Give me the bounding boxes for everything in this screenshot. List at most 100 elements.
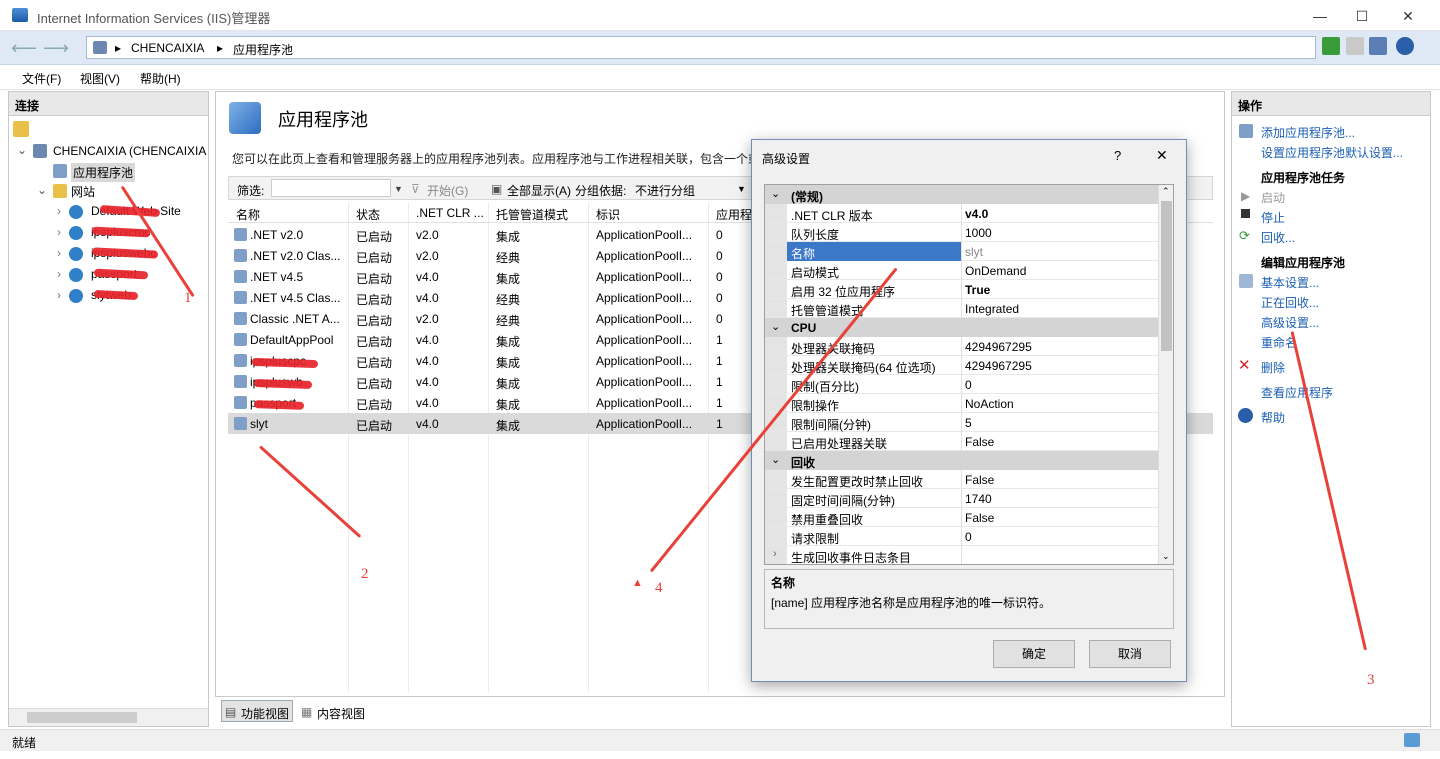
column-header-name[interactable]: 名称	[236, 206, 260, 223]
expand-site-icon[interactable]: ›	[57, 225, 61, 239]
stop-link[interactable]: 停止	[1261, 209, 1285, 226]
property-value[interactable]: 4294967295	[965, 340, 1032, 354]
menu-help[interactable]: 帮助(H)	[140, 70, 181, 87]
cell-identity: ApplicationPoolI...	[596, 249, 693, 263]
property-value[interactable]: 1740	[965, 492, 992, 506]
property-value[interactable]: 0	[965, 530, 972, 544]
features-view-label[interactable]: 功能视图	[241, 705, 289, 722]
property-category[interactable]: ⌄ CPU	[765, 318, 1159, 337]
property-row[interactable]: 固定时间间隔(分钟) 1740	[765, 489, 1159, 508]
ok-button[interactable]: 确定	[993, 640, 1075, 668]
property-value[interactable]: 0	[965, 378, 972, 392]
column-header-pipeline[interactable]: 托管管道模式	[496, 206, 568, 223]
collapse-icon[interactable]: ⌄	[771, 320, 780, 333]
collapse-icon[interactable]: ⌄	[771, 453, 780, 466]
column-header-status[interactable]: 状态	[356, 206, 380, 223]
home-icon[interactable]	[1369, 37, 1387, 55]
expand-site-icon[interactable]: ›	[57, 204, 61, 218]
property-scrollbar[interactable]: ⌃ ⌄	[1158, 185, 1173, 564]
filter-dropdown-icon[interactable]: ▼	[394, 184, 403, 194]
tree-sites[interactable]: 网站	[71, 183, 95, 200]
tree-server[interactable]: CHENCAIXIA (CHENCAIXIA	[53, 144, 206, 158]
property-category[interactable]: ⌄ 回收	[765, 451, 1159, 470]
expand-site-icon[interactable]: ›	[57, 288, 61, 302]
help-link[interactable]: 帮助	[1261, 409, 1285, 426]
property-row[interactable]: .NET CLR 版本 v4.0	[765, 204, 1159, 223]
column-header-clr[interactable]: .NET CLR ...	[416, 206, 484, 220]
property-row[interactable]: 请求限制 0	[765, 527, 1159, 546]
property-row[interactable]: 限制操作 NoAction	[765, 394, 1159, 413]
expand-site-icon[interactable]: ›	[57, 267, 61, 281]
property-row[interactable]: 托管管道模式 Integrated	[765, 299, 1159, 318]
property-value[interactable]: 1000	[965, 226, 992, 240]
group-by-select[interactable]: 不进行分组	[635, 182, 695, 199]
expand-server-icon[interactable]: ⌄	[17, 143, 27, 157]
dialog-close-button[interactable]: ✕	[1156, 147, 1168, 164]
recycling-link[interactable]: 正在回收...	[1261, 294, 1319, 311]
property-row[interactable]: 限制(百分比) 0	[765, 375, 1159, 394]
add-app-pool-link[interactable]: 添加应用程序池...	[1261, 124, 1355, 141]
set-defaults-link[interactable]: 设置应用程序池默认设置...	[1261, 144, 1403, 161]
help-icon[interactable]	[1396, 37, 1414, 55]
forward-arrow-icon[interactable]: ⟶	[42, 37, 70, 59]
delete-link[interactable]: 删除	[1261, 359, 1285, 376]
cancel-button[interactable]: 取消	[1089, 640, 1171, 668]
menu-file[interactable]: 文件(F)	[22, 70, 61, 87]
tree-app-pools[interactable]: 应用程序池	[71, 163, 136, 182]
property-row[interactable]: 队列长度 1000	[765, 223, 1159, 242]
address-bar[interactable]: ▸ CHENCAIXIA ▸ 应用程序池	[86, 36, 1316, 59]
refresh-icon[interactable]	[1322, 37, 1340, 55]
recycle-link[interactable]: 回收...	[1261, 229, 1295, 246]
property-row[interactable]: 限制间隔(分钟) 5	[765, 413, 1159, 432]
column-header-identity[interactable]: 标识	[596, 206, 620, 223]
show-all-button[interactable]: 全部显示(A)	[507, 182, 571, 199]
minimize-button[interactable]: —	[1310, 6, 1330, 26]
view-apps-link[interactable]: 查看应用程序	[1261, 384, 1333, 401]
property-value[interactable]: 5	[965, 416, 972, 430]
property-value[interactable]: v4.0	[965, 207, 988, 221]
basic-settings-link[interactable]: 基本设置...	[1261, 274, 1319, 291]
expand-icon[interactable]: ›	[773, 548, 777, 560]
property-value[interactable]: slyt	[965, 245, 983, 259]
content-view-label[interactable]: 内容视图	[317, 705, 365, 722]
start-link[interactable]: 启动	[1261, 189, 1285, 206]
breadcrumb-server[interactable]: CHENCAIXIA	[131, 41, 204, 55]
property-value[interactable]: NoAction	[965, 397, 1014, 411]
menu-view[interactable]: 视图(V)	[80, 70, 120, 87]
new-connection-icon[interactable]	[13, 121, 29, 137]
expand-sites-icon[interactable]: ⌄	[37, 183, 47, 197]
property-value[interactable]: False	[965, 511, 994, 525]
property-value[interactable]: False	[965, 473, 994, 487]
horizontal-scrollbar[interactable]	[9, 708, 208, 726]
property-row[interactable]: 发生配置更改时禁止回收 False	[765, 470, 1159, 489]
stop-icon[interactable]	[1346, 37, 1364, 55]
scroll-up-icon[interactable]: ⌃	[1162, 186, 1170, 197]
property-row[interactable]: 名称 slyt	[765, 242, 1159, 261]
start-filter-button[interactable]: 开始(G)	[427, 182, 468, 199]
back-arrow-icon[interactable]: ⟵	[10, 37, 38, 59]
property-row[interactable]: 禁用重叠回收 False	[765, 508, 1159, 527]
scroll-down-icon[interactable]: ⌄	[1162, 551, 1170, 562]
scroll-thumb[interactable]	[27, 712, 137, 723]
property-value[interactable]: OnDemand	[965, 264, 1026, 278]
expand-site-icon[interactable]: ›	[57, 246, 61, 260]
property-category[interactable]: ⌄ (常规)	[765, 185, 1159, 204]
advanced-settings-link[interactable]: 高级设置...	[1261, 314, 1319, 331]
property-row[interactable]: › 生成回收事件日志条目	[765, 546, 1159, 564]
filter-input[interactable]	[271, 179, 391, 197]
group-dropdown-icon[interactable]: ▼	[737, 184, 746, 194]
property-row[interactable]: 启用 32 位应用程序 True	[765, 280, 1159, 299]
property-row[interactable]: 启动模式 OnDemand	[765, 261, 1159, 280]
property-value[interactable]: Integrated	[965, 302, 1019, 316]
close-button[interactable]: ✕	[1398, 6, 1418, 26]
maximize-button[interactable]: ☐	[1352, 6, 1372, 26]
property-row[interactable]: 已启用处理器关联 False	[765, 432, 1159, 451]
property-value[interactable]: False	[965, 435, 994, 449]
column-header-apps[interactable]: 应用程	[716, 206, 752, 223]
scroll-thumb[interactable]	[1161, 201, 1172, 351]
property-value[interactable]: 4294967295	[965, 359, 1032, 373]
collapse-icon[interactable]: ⌄	[771, 187, 780, 200]
breadcrumb-app-pools[interactable]: 应用程序池	[233, 41, 293, 58]
property-value[interactable]: True	[965, 283, 990, 297]
dialog-help-button[interactable]: ?	[1114, 148, 1121, 163]
